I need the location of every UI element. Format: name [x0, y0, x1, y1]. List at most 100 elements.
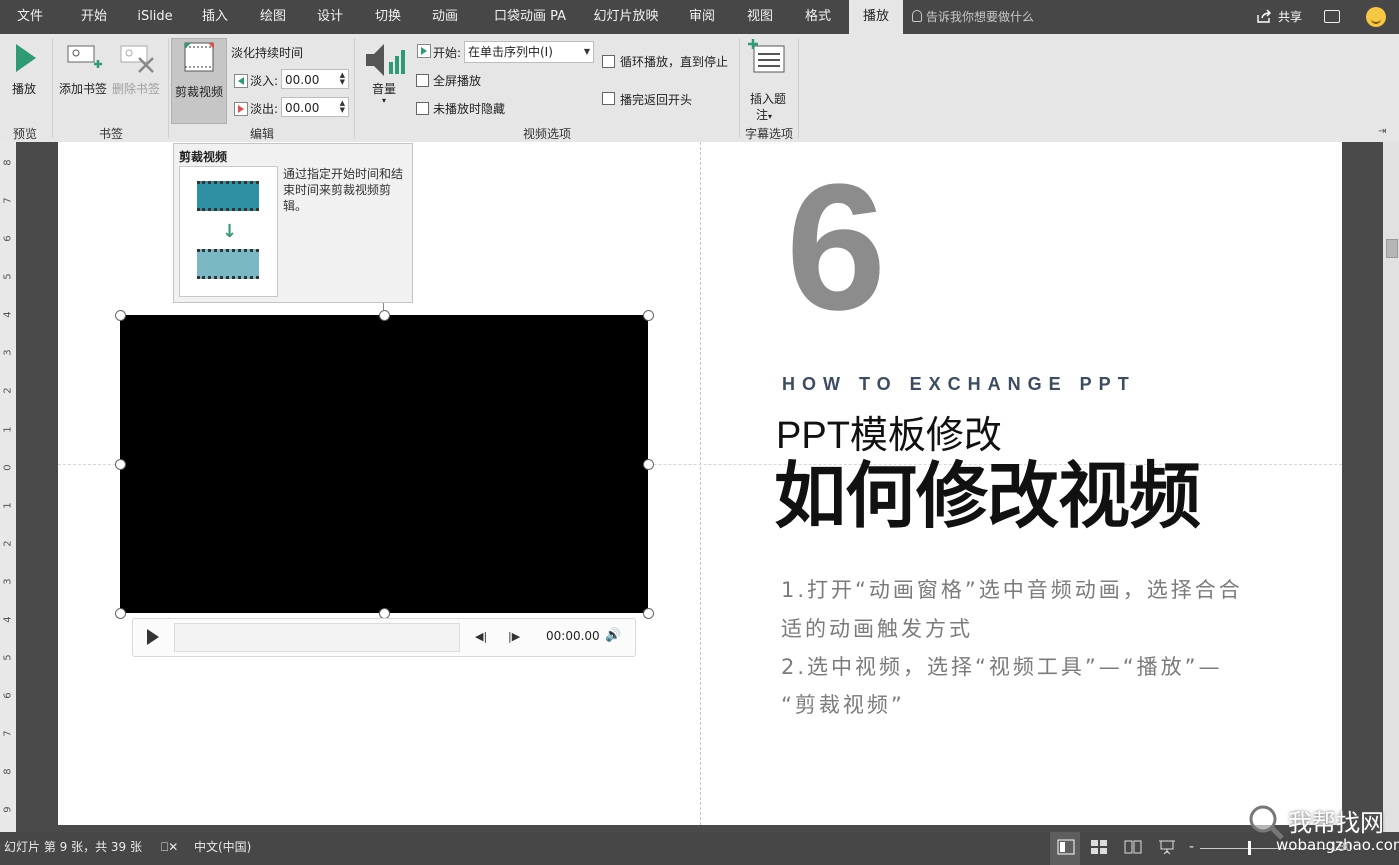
tab-pocket-animation[interactable]: 口袋动画 PA	[485, 0, 575, 34]
play-preview-button[interactable]: 播放	[6, 40, 46, 100]
slide-subtitle: PPT模板修改	[776, 415, 1002, 457]
slide-sorter-icon[interactable]	[1090, 839, 1108, 855]
slide-number-graphic: 6	[786, 147, 887, 348]
vertical-scrollbar[interactable]	[1383, 142, 1399, 832]
slide-howto-heading: HOW TO EXCHANGE PPT	[782, 374, 1136, 394]
rewind-checkbox[interactable]	[602, 92, 615, 105]
tab-file[interactable]: 文件	[8, 0, 52, 34]
dropdown-arrow-icon: ▾	[768, 112, 773, 121]
resize-handle-l[interactable]	[115, 459, 126, 470]
slide-body-line: 2.选中视频，选择“视频工具”—“播放”—	[781, 655, 1223, 679]
insert-caption-button[interactable]: 插入题 注▾	[744, 38, 794, 122]
fade-out-label: 淡出:	[250, 102, 279, 116]
remove-bookmark-button[interactable]: 删除书签	[111, 42, 163, 102]
tab-review[interactable]: 审阅	[680, 0, 724, 34]
reading-view-icon[interactable]	[1124, 839, 1142, 855]
smiley-feedback-icon[interactable]	[1366, 7, 1386, 27]
language-indicator[interactable]: 中文(中国)	[194, 832, 251, 863]
spell-check-icon[interactable]: ⎕✕	[161, 832, 178, 863]
play-icon	[16, 44, 36, 72]
group-separator	[798, 38, 799, 138]
slide-body-line: 1.打开“动画窗格”选中音频动画，选择合合	[781, 578, 1243, 602]
tab-playback[interactable]: 播放	[849, 0, 903, 34]
resize-handle-br[interactable]	[643, 608, 654, 619]
dropdown-arrow-icon: ▾	[382, 96, 387, 105]
share-button[interactable]: 共享	[1256, 0, 1302, 34]
ruler-number: 3	[2, 578, 14, 585]
tell-me-search[interactable]: 告诉我你想要做什么	[912, 0, 1034, 34]
play-icon[interactable]	[147, 629, 159, 645]
ribbon-tab-bar: 文件 开始 iSlide 插入 绘图 设计 切换 动画 口袋动画 PA 幻灯片放…	[0, 0, 1399, 34]
fade-in-spinner[interactable]: 00.00 ▲ ▼	[281, 69, 349, 89]
filmstrip-icon	[197, 249, 259, 279]
ruler-number: 5	[2, 654, 14, 661]
ruler-number: 0	[2, 464, 14, 471]
fade-duration-label: 淡化持续时间	[231, 46, 304, 60]
group-bookmarks-label: 书签	[98, 127, 123, 141]
group-separator	[168, 38, 169, 138]
tooltip-title: 剪裁视频	[179, 150, 228, 164]
spinner-arrows-icon[interactable]: ▲ ▼	[340, 72, 345, 86]
tab-design[interactable]: 设计	[308, 0, 352, 34]
ruler-number: 4	[2, 616, 14, 623]
collapse-ribbon-icon[interactable]: ⇥	[1378, 126, 1386, 137]
spinner-arrows-icon[interactable]: ▲ ▼	[340, 100, 345, 114]
media-player-bar: ◀| |▶ 00:00.00 🔊	[132, 618, 636, 657]
ruler-number: 8	[2, 768, 14, 775]
group-separator	[739, 38, 740, 138]
tab-animations[interactable]: 动画	[423, 0, 467, 34]
tab-slideshow[interactable]: 幻灯片放映	[588, 0, 664, 34]
ruler-number: 4	[2, 311, 14, 318]
ruler-number: 2	[2, 387, 14, 394]
slide-title: 如何修改视频	[774, 454, 1201, 538]
group-edit-label: 编辑	[249, 127, 274, 141]
zoom-out-icon[interactable]: -	[1189, 832, 1194, 863]
volume-button[interactable]: 音量 ▾	[362, 40, 406, 116]
hide-not-playing-checkbox[interactable]	[416, 102, 429, 115]
step-forward-icon[interactable]: |▶	[508, 630, 520, 643]
trim-video-button[interactable]: 剪裁视频	[171, 38, 227, 124]
watermark-url: wobangzhao.com	[1276, 836, 1399, 854]
add-bookmark-button[interactable]: 添加书签	[58, 42, 110, 102]
tab-home[interactable]: 开始	[72, 0, 116, 34]
resize-handle-t[interactable]	[379, 310, 390, 321]
ruler-number: 3	[2, 349, 14, 356]
slideshow-icon[interactable]	[1158, 839, 1176, 855]
tab-format[interactable]: 格式	[796, 0, 840, 34]
media-timeline[interactable]	[174, 623, 460, 652]
vertical-guide	[700, 142, 701, 825]
ruler-number: 6	[2, 235, 14, 242]
tab-islide[interactable]: iSlide	[130, 0, 180, 34]
remove-bookmark-icon	[120, 45, 154, 73]
loop-checkbox[interactable]	[602, 55, 615, 68]
tab-view[interactable]: 视图	[738, 0, 782, 34]
ruler-number: 2	[2, 540, 14, 547]
step-back-icon[interactable]: ◀|	[475, 630, 487, 643]
group-separator	[354, 38, 355, 138]
comment-icon[interactable]	[1324, 10, 1340, 23]
filmstrip-icon	[197, 181, 259, 211]
tab-insert[interactable]: 插入	[193, 0, 237, 34]
resize-handle-bl[interactable]	[115, 608, 126, 619]
fade-out-spinner[interactable]: 00.00 ▲ ▼	[281, 97, 349, 117]
fade-out-icon	[234, 102, 248, 116]
normal-view-icon[interactable]	[1057, 839, 1075, 855]
ruler-number: 6	[2, 692, 14, 699]
ribbon-panel: 播放 预览 添加书签 删除书签 书签 剪裁视频 淡化持续时间 淡入: 00.00…	[0, 34, 1399, 143]
add-bookmark-icon	[67, 45, 102, 68]
fade-in-icon	[234, 74, 248, 88]
fullscreen-checkbox[interactable]	[416, 74, 429, 87]
watermark-text: 我帮找网	[1288, 809, 1384, 837]
resize-handle-tr[interactable]	[643, 310, 654, 321]
scrollbar-thumb[interactable]	[1386, 239, 1398, 258]
resize-handle-r[interactable]	[643, 459, 654, 470]
video-object[interactable]	[120, 315, 648, 613]
volume-icon[interactable]: 🔊	[605, 628, 621, 643]
tab-draw[interactable]: 绘图	[251, 0, 295, 34]
slide-counter: 幻灯片 第 9 张，共 39 张	[4, 840, 142, 854]
loop-label: 循环播放，直到停止	[620, 55, 729, 69]
tab-transitions[interactable]: 切换	[366, 0, 410, 34]
resize-handle-tl[interactable]	[115, 310, 126, 321]
insert-caption-icon	[748, 39, 785, 73]
start-select[interactable]: 在单击序列中(I) ▼	[464, 41, 594, 63]
